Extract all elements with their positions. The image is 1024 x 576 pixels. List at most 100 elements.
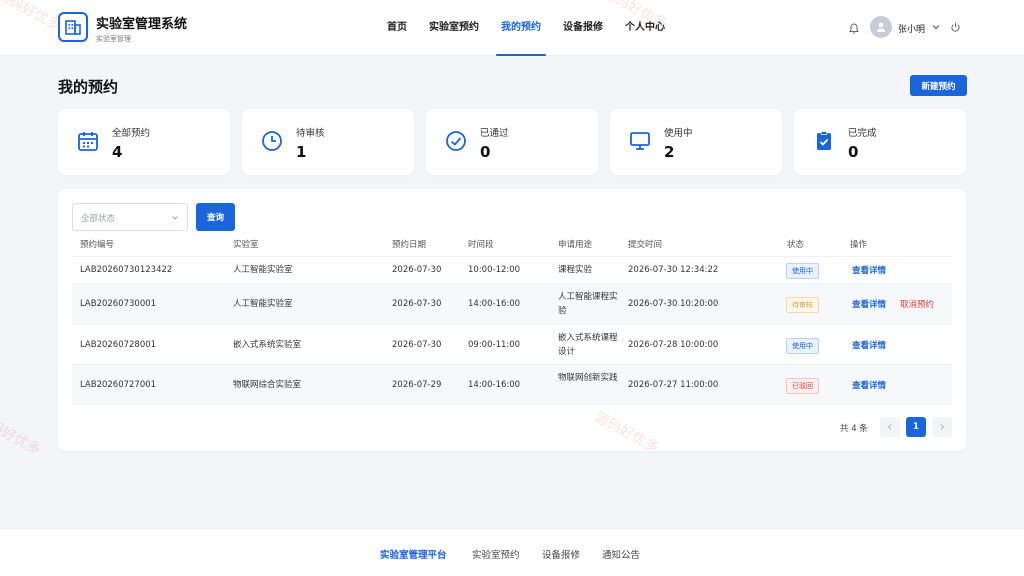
username[interactable]: 张小明 [898,22,925,35]
table-row: LAB20260730001 人工智能实验室 2026-07-30 14:00-… [72,283,952,324]
stat-card-all[interactable]: 全部预约 4 [58,109,230,175]
clipboard-check-icon [817,131,831,150]
purpose: 嵌入式系统课程设计 [558,333,618,357]
footer: 实验室管理平台 实验室预约 设备报修 通知公告 [0,528,1024,576]
lab-name: 人工智能实验室 [233,265,293,275]
column-header-lab: 实验室 [233,240,259,250]
app-subtitle: 实验室管理 [96,35,131,43]
time-slot: 09:00-11:00 [468,340,521,350]
chevron-right-icon [940,424,945,430]
monitor-icon [630,132,650,150]
booking-date: 2026-07-30 [392,265,442,275]
check-circle-icon [446,131,466,151]
lab-name: 人工智能实验室 [233,299,293,309]
stat-label: 已完成 [848,128,877,139]
status-select[interactable]: 全部状态 [72,203,188,231]
booking-date: 2026-07-30 [392,340,442,350]
status-badge: 使用中 [786,338,819,354]
table-row: LAB20260727001 物联网综合实验室 2026-07-29 14:00… [72,364,952,405]
booking-date: 2026-07-30 [392,299,442,309]
stat-label: 已通过 [480,128,509,139]
stat-label: 待审核 [296,128,325,139]
prev-page-button[interactable] [880,417,900,437]
table-row: LAB20260730123422 人工智能实验室 2026-07-30 10:… [72,256,952,283]
power-icon[interactable] [950,22,961,33]
status-badge: 待审核 [786,297,819,313]
chevron-down-icon [172,216,178,220]
view-details-link[interactable]: 查看详情 [852,339,886,351]
time-slot: 10:00-12:00 [468,265,521,275]
cancel-booking-link[interactable]: 取消预约 [900,298,934,310]
column-header-time: 时间段 [468,240,494,250]
view-details-link[interactable]: 查看详情 [852,264,886,276]
booking-id: LAB20260730001 [80,299,157,309]
user-icon [876,22,886,32]
stat-value: 0 [848,143,859,161]
app-title: 实验室管理系统 [96,17,188,32]
nav-my-bookings[interactable]: 我的预约 [490,0,552,56]
column-header-actions: 操作 [850,240,868,250]
submitted-time: 2026-07-28 10:00:00 [628,340,719,350]
column-header-purpose: 申请用途 [558,240,593,250]
status-badge: 已驳回 [786,378,819,394]
new-booking-button[interactable]: 新建预约 [910,75,967,96]
purpose: 人工智能课程实验 [558,292,618,316]
stat-card-completed[interactable]: 已完成 0 [794,109,966,175]
stat-value: 2 [664,143,675,161]
lab-name: 嵌入式系统实验室 [233,340,302,350]
column-header-id: 预约编号 [80,240,115,250]
footer-brand[interactable]: 实验室管理平台 [380,547,447,561]
submitted-time: 2026-07-27 11:00:00 [628,380,719,390]
booking-id: LAB20260727001 [80,380,157,390]
stat-label: 使用中 [664,128,693,139]
page-title: 我的预约 [58,78,119,96]
page-number-current[interactable]: 1 [906,417,926,437]
nav-home[interactable]: 首页 [376,0,418,56]
footer-link-repair[interactable]: 设备报修 [542,547,580,561]
stat-label: 全部预约 [112,128,151,139]
purpose: 课程实验 [558,265,593,275]
nav-profile[interactable]: 个人中心 [614,0,676,56]
top-header: 实验室管理系统 实验室管理 首页 实验室预约 我的预约 设备报修 个人中心 张小… [0,0,1024,56]
footer-link-booking[interactable]: 实验室预约 [472,547,520,561]
booking-id: LAB20260730123422 [80,265,173,275]
column-header-date: 预约日期 [392,240,427,250]
bookings-panel: 全部状态 查询 预约编号 实验室 预约日期 时间段 申请用途 提交时间 状态 操… [58,189,966,451]
main-nav: 首页 实验室预约 我的预约 设备报修 个人中心 [376,0,676,56]
stat-card-pending[interactable]: 待审核 1 [242,109,414,175]
next-page-button[interactable] [932,417,952,437]
chevron-left-icon [887,424,892,430]
time-slot: 14:00-16:00 [468,380,521,390]
purpose: 物联网创新实践 [558,373,618,383]
total-count: 共 4 条 [840,424,868,434]
lab-name: 物联网综合实验室 [233,380,302,390]
stat-card-in-use[interactable]: 使用中 2 [610,109,782,175]
submitted-time: 2026-07-30 12:34:22 [628,265,719,275]
view-details-link[interactable]: 查看详情 [852,298,886,310]
view-details-link[interactable]: 查看详情 [852,379,886,391]
nav-repair[interactable]: 设备报修 [552,0,614,56]
stat-card-approved[interactable]: 已通过 0 [426,109,598,175]
status-select-value: 全部状态 [81,214,116,224]
stat-value: 1 [296,143,307,161]
stat-value: 0 [480,143,491,161]
column-header-submitted: 提交时间 [628,240,663,250]
booking-date: 2026-07-29 [392,380,442,390]
bell-icon[interactable] [848,21,860,35]
table-row: LAB20260728001 嵌入式系统实验室 2026-07-30 09:00… [72,324,952,364]
calendar-icon [78,132,98,151]
watermark: 源码好优多 [0,411,44,459]
time-slot: 14:00-16:00 [468,299,521,309]
nav-lab-booking[interactable]: 实验室预约 [418,0,490,56]
avatar[interactable] [870,16,892,38]
submitted-time: 2026-07-30 10:20:00 [628,299,719,309]
booking-id: LAB20260728001 [80,340,157,350]
clock-icon [262,131,282,151]
footer-link-notices[interactable]: 通知公告 [602,547,640,561]
status-badge: 使用中 [786,263,819,279]
chevron-down-icon[interactable] [931,22,941,32]
column-header-status: 状态 [787,240,805,250]
building-logo-icon [58,12,88,42]
query-button[interactable]: 查询 [196,203,235,231]
stat-value: 4 [112,143,123,161]
